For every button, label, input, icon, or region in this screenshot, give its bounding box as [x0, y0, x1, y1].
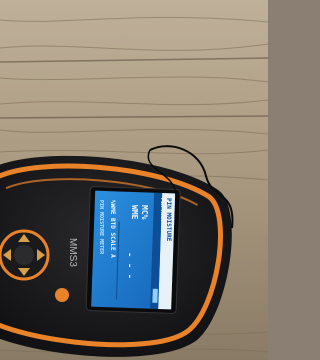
battery-icon [152, 288, 158, 303]
photo-drawing [0, 0, 268, 360]
screen-scale-line: %WME BTD SCALE A [109, 200, 116, 258]
model-label: MMS3 [67, 238, 78, 267]
screen-mode-mc: MC% [140, 205, 149, 220]
power-button [55, 288, 69, 302]
screen-footer: PIN MOISTURE METER [98, 200, 104, 255]
photo-scene: PIN MOISTURE PIN MOISTURE METER MC% WME … [0, 0, 268, 360]
screen-mode-wme: WME [130, 205, 139, 220]
screen-reading: - - - [124, 252, 134, 280]
screen-header: PIN MOISTURE [165, 198, 172, 242]
screen-subheader: PIN MOISTURE METER [159, 198, 165, 253]
